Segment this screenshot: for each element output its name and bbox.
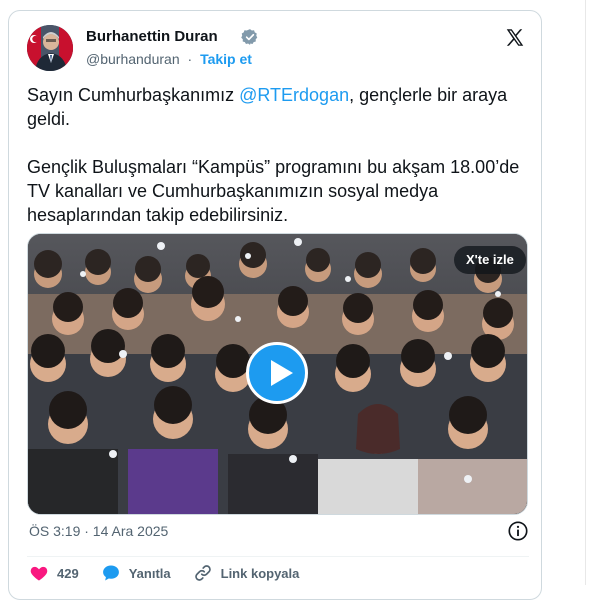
action-bar: 429 Yanıtla Link kopyala (29, 563, 321, 583)
author-name[interactable]: Burhanettin Duran (86, 28, 218, 45)
copy-link-button[interactable]: Link kopyala (193, 563, 300, 583)
handle-row: @burhanduran · Takip et (86, 51, 252, 67)
link-icon (194, 565, 211, 581)
actions-divider (27, 556, 529, 557)
play-icon[interactable] (246, 342, 308, 404)
separator: · (187, 51, 193, 67)
like-button[interactable]: 429 (29, 563, 79, 583)
video-player[interactable]: X'te izle (27, 233, 528, 515)
mention-link[interactable]: @RTErdogan (239, 85, 349, 105)
x-logo-icon[interactable] (504, 27, 526, 49)
verified-badge-icon (241, 29, 258, 45)
reply-button[interactable]: Yanıtla (101, 563, 171, 583)
avatar[interactable] (27, 25, 73, 71)
watch-on-x-button[interactable]: X'te izle (454, 246, 526, 274)
like-count: 429 (57, 565, 79, 581)
tweet-text: Sayın Cumhurbaşkanımız @RTErdogan, gençl… (27, 83, 537, 227)
tweet-timestamp[interactable]: ÖS 3:19 · 14 Ara 2025 (29, 523, 168, 539)
follow-button[interactable]: Takip et (200, 51, 252, 67)
page-divider (585, 0, 586, 585)
tweet-card[interactable]: Burhanettin Duran @burhanduran · Takip e… (8, 10, 542, 600)
copy-link-label: Link kopyala (220, 565, 300, 581)
tweet-paragraph-2: Gençlik Buluşmaları “Kampüs” programını … (27, 157, 520, 225)
tweet-text-part: Sayın Cumhurbaşkanımız (27, 85, 240, 105)
author-handle[interactable]: @burhanduran (86, 51, 180, 67)
page-right-margin (584, 0, 600, 585)
heart-icon (30, 566, 48, 581)
info-icon[interactable] (507, 520, 529, 542)
reply-label: Yanıtla (128, 565, 171, 581)
tweet-paragraph-1: Sayın Cumhurbaşkanımız @RTErdogan, gençl… (27, 83, 537, 131)
speech-bubble-icon (102, 565, 119, 581)
